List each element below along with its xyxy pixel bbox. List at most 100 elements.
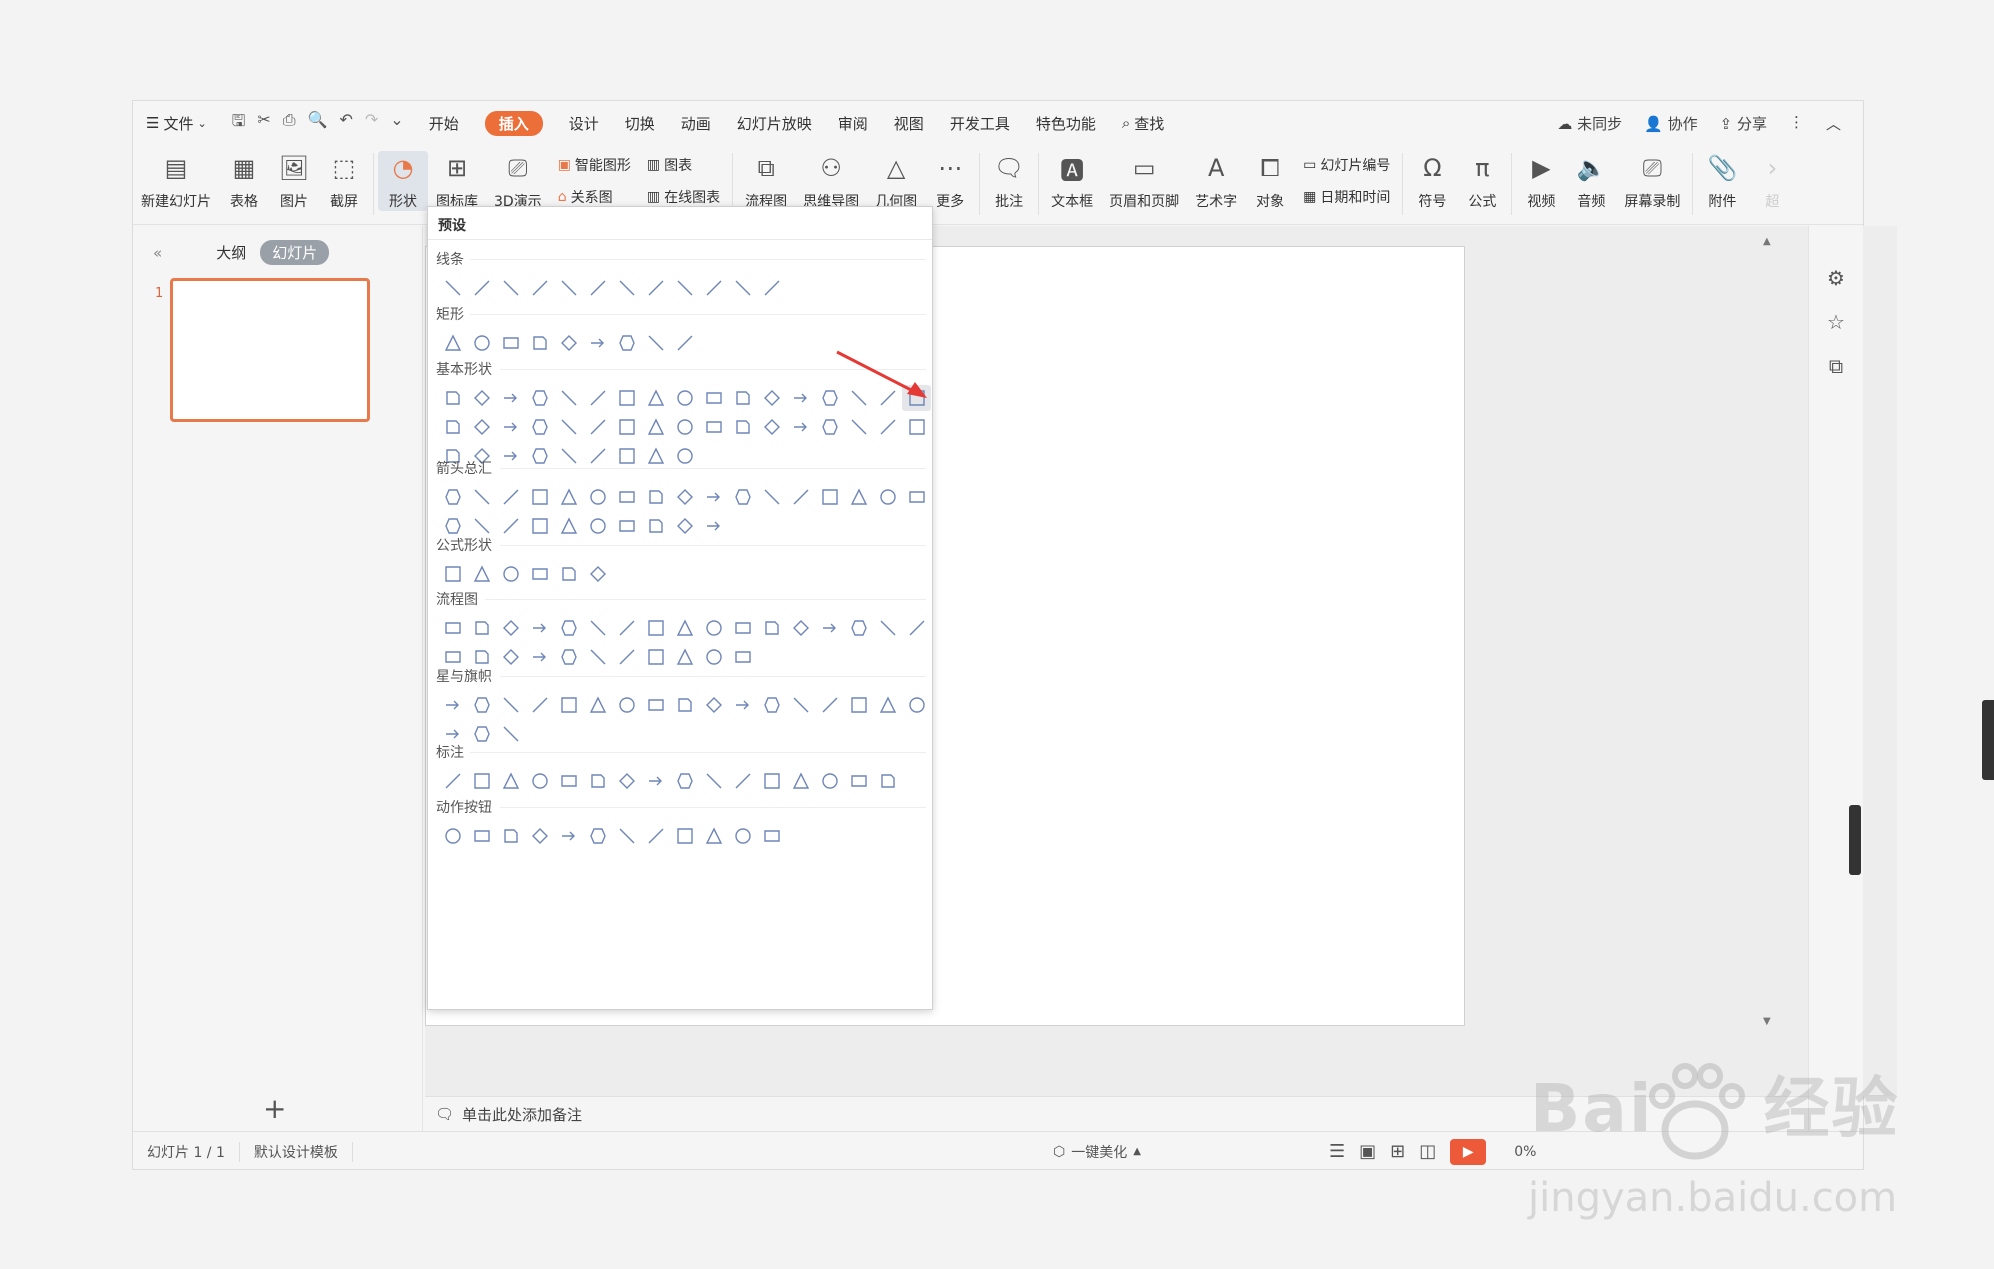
reading-view-icon[interactable]: ◫ — [1419, 1141, 1436, 1162]
shape-option[interactable] — [699, 615, 728, 641]
shape-option[interactable] — [583, 513, 612, 539]
add-slide-icon[interactable]: + — [263, 1092, 286, 1125]
shape-option[interactable] — [496, 385, 525, 411]
shape-option[interactable] — [699, 644, 728, 670]
shape-option[interactable] — [438, 615, 467, 641]
shape-option[interactable] — [496, 768, 525, 794]
sync-button[interactable]: ☁ 未同步 — [1557, 113, 1622, 134]
shape-option[interactable] — [438, 414, 467, 440]
shape-option[interactable] — [612, 692, 641, 718]
tab-special[interactable]: 特色功能 — [1023, 113, 1109, 134]
shape-option[interactable] — [467, 275, 496, 301]
tab-developer[interactable]: 开发工具 — [937, 113, 1023, 134]
chart-button[interactable]: ▥ 图表 — [647, 155, 720, 175]
shape-option[interactable] — [438, 275, 467, 301]
shape-option[interactable] — [670, 768, 699, 794]
shape-option[interactable] — [496, 692, 525, 718]
shape-option[interactable] — [728, 385, 757, 411]
more-button[interactable]: ⋯ 更多 — [925, 151, 975, 211]
shape-option[interactable] — [670, 330, 699, 356]
shape-option[interactable] — [496, 484, 525, 510]
shape-option[interactable] — [525, 768, 554, 794]
shape-option[interactable] — [670, 823, 699, 849]
shape-option[interactable] — [757, 484, 786, 510]
shape-option[interactable] — [467, 484, 496, 510]
scroll-down-icon[interactable]: ▼ — [1763, 1016, 1771, 1027]
shape-option[interactable] — [786, 692, 815, 718]
shape-option[interactable] — [612, 768, 641, 794]
shape-option[interactable] — [641, 823, 670, 849]
shape-option[interactable] — [786, 414, 815, 440]
shape-option[interactable] — [844, 484, 873, 510]
shape-option[interactable] — [757, 615, 786, 641]
normal-view-icon[interactable]: ▣ — [1359, 1141, 1376, 1162]
shape-option[interactable] — [583, 768, 612, 794]
customize-icon[interactable]: ⌄ — [390, 110, 403, 137]
shape-option[interactable] — [525, 692, 554, 718]
shape-option[interactable] — [641, 484, 670, 510]
search-button[interactable]: ⌕ 查找 — [1109, 113, 1177, 134]
shape-option[interactable] — [612, 414, 641, 440]
shape-option[interactable] — [554, 414, 583, 440]
properties-icon[interactable]: ⚙ — [1827, 266, 1845, 290]
shape-option[interactable] — [583, 275, 612, 301]
shape-option[interactable] — [757, 414, 786, 440]
shape-option[interactable] — [873, 414, 902, 440]
shape-option[interactable] — [815, 615, 844, 641]
shape-option[interactable] — [844, 414, 873, 440]
shape-option[interactable] — [699, 823, 728, 849]
shape-option[interactable] — [525, 414, 554, 440]
vertical-scrollbar[interactable]: ▲ ▼ — [1763, 236, 1775, 1086]
formula-button[interactable]: π 公式 — [1457, 151, 1507, 211]
shape-option[interactable] — [699, 513, 728, 539]
shape-option[interactable] — [641, 644, 670, 670]
animation-star-icon[interactable]: ☆ — [1827, 310, 1845, 334]
shape-option[interactable] — [583, 644, 612, 670]
shape-option[interactable] — [902, 484, 931, 510]
shape-option[interactable] — [612, 275, 641, 301]
redo-icon[interactable]: ↷ — [365, 110, 378, 137]
shape-option[interactable] — [467, 615, 496, 641]
picture-button[interactable]: 🖼 图片 — [269, 151, 319, 211]
shape-option[interactable] — [612, 484, 641, 510]
more-vertical-icon[interactable]: ⋮ — [1789, 113, 1804, 134]
file-menu[interactable]: ☰ 文件 ⌄ — [133, 113, 220, 134]
datetime-button[interactable]: ▦ 日期和时间 — [1303, 187, 1390, 207]
shape-option[interactable] — [902, 414, 931, 440]
scroll-up-icon[interactable]: ▲ — [1763, 236, 1771, 247]
shape-option[interactable] — [757, 275, 786, 301]
save-icon[interactable]: 🖫 — [232, 110, 246, 137]
shape-option[interactable] — [844, 768, 873, 794]
shape-option[interactable] — [525, 484, 554, 510]
shape-option[interactable] — [467, 414, 496, 440]
new-slide-button[interactable]: ▤ 新建幻灯片 — [133, 151, 219, 211]
geometry-button[interactable]: △ 几何图 — [867, 151, 925, 211]
shape-option[interactable] — [873, 484, 902, 510]
shape-option[interactable] — [612, 330, 641, 356]
shape-option[interactable] — [496, 721, 525, 747]
shape-option[interactable] — [554, 330, 583, 356]
shape-option[interactable] — [641, 513, 670, 539]
screen-record-button[interactable]: ⎚ 屏幕录制 — [1616, 151, 1688, 211]
tab-slideshow[interactable]: 幻灯片放映 — [724, 113, 825, 134]
shape-option[interactable] — [554, 561, 583, 587]
shape-option[interactable] — [583, 443, 612, 469]
flowchart-button[interactable]: ⧉ 流程图 — [737, 151, 795, 211]
table-button[interactable]: ▦ 表格 — [219, 151, 269, 211]
shape-option[interactable] — [757, 385, 786, 411]
tab-view[interactable]: 视图 — [881, 113, 937, 134]
shape-option[interactable] — [670, 615, 699, 641]
shape-option[interactable] — [612, 615, 641, 641]
shape-option[interactable] — [525, 513, 554, 539]
relation-button[interactable]: ⌂ 关系图 — [558, 187, 631, 207]
template-name[interactable]: 默认设计模板 — [240, 1141, 353, 1162]
transition-icon[interactable]: ⧉ — [1829, 354, 1843, 378]
shape-option[interactable] — [815, 692, 844, 718]
shape-option[interactable] — [554, 644, 583, 670]
smart-shape-button[interactable]: ▣ 智能图形 — [558, 155, 631, 175]
shape-option[interactable] — [496, 443, 525, 469]
shape-option[interactable] — [699, 275, 728, 301]
shape-option[interactable] — [641, 414, 670, 440]
shape-option[interactable] — [438, 823, 467, 849]
shape-option[interactable] — [728, 414, 757, 440]
